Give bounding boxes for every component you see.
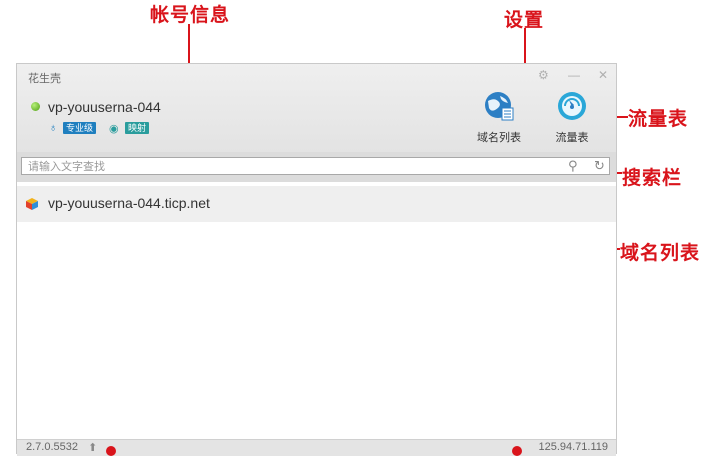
cube-icon: [26, 198, 38, 210]
medal-icon: ♁: [49, 122, 58, 134]
callout-domain-list: 域名列表: [620, 243, 701, 264]
close-icon[interactable]: ✕: [598, 68, 608, 82]
level-badge: 专业级: [63, 122, 97, 134]
domain-name: vp-youuserna-044.ticp.net: [48, 195, 210, 211]
search-icon[interactable]: ⚲: [568, 158, 578, 174]
domain-list-button[interactable]: 域名列表: [469, 90, 529, 145]
mapping-badge: 映射: [125, 122, 150, 134]
account-name: vp-youuserna-044: [48, 99, 161, 115]
upgrade-arrow-icon[interactable]: ⬆: [88, 441, 97, 454]
title-bar: 花生壳 ⚙ — ✕ vp-youuserna-044 ♁ 专业级 ◉ 映射 域名…: [17, 64, 616, 152]
search-input[interactable]: 请输入文字查找: [21, 157, 610, 175]
callout-version-dot: [106, 446, 116, 456]
domain-list-item[interactable]: vp-youuserna-044.ticp.net: [17, 186, 616, 222]
minimize-icon[interactable]: —: [568, 68, 580, 82]
globe-icon: [485, 92, 514, 121]
app-title: 花生壳: [28, 73, 61, 85]
gear-icon[interactable]: ⚙: [538, 68, 549, 82]
callout-search: 搜索栏: [622, 168, 683, 189]
eye-icon: ◉: [109, 123, 119, 135]
domain-list-label: 域名列表: [477, 132, 521, 144]
refresh-icon[interactable]: ↻: [594, 158, 605, 174]
gauge-icon: [558, 92, 586, 120]
callout-account-info: 帐号信息: [150, 5, 231, 26]
app-window: 花生壳 ⚙ — ✕ vp-youuserna-044 ♁ 专业级 ◉ 映射 域名…: [16, 63, 617, 456]
traffic-meter-button[interactable]: 流量表: [547, 90, 597, 145]
callout-ip-dot: [512, 446, 522, 456]
version-text: 2.7.0.5532: [26, 441, 78, 453]
traffic-meter-label: 流量表: [555, 132, 589, 144]
ip-text: 125.94.71.119: [538, 441, 608, 453]
online-status-icon: [31, 102, 40, 111]
callout-traffic: 流量表: [628, 109, 689, 130]
search-bar: 请输入文字查找 ⚲ ↻: [17, 152, 616, 182]
